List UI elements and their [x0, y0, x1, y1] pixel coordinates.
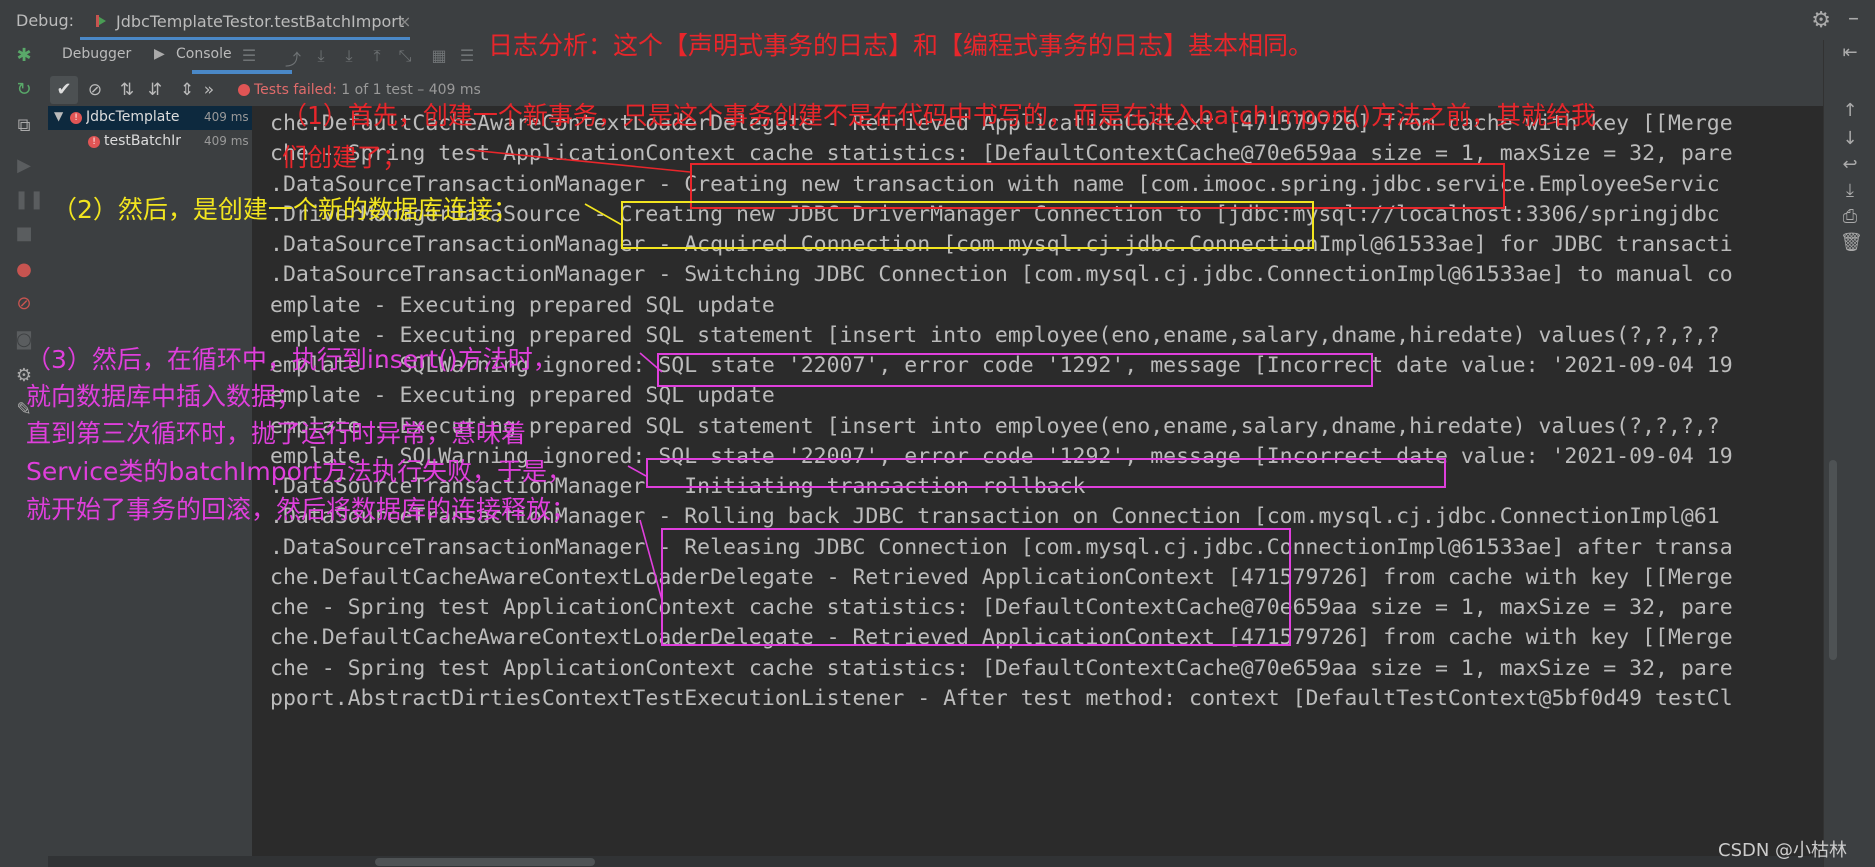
watermark: CSDN @小枯林	[1718, 840, 1848, 861]
annotation-step3-line1: （3）然后，在循环中，执行到insert()方法时，	[26, 345, 558, 374]
arrow-magenta-1	[639, 352, 663, 373]
annotation-step3-line3: 直到第三次循环时，抛了运行时异常，意味着	[26, 419, 527, 448]
annotation-step2: （2）然后，是创建一个新的数据库连接；	[52, 195, 518, 224]
annotation-step3-line4: Service类的batchImport方法执行失败，于是，	[26, 457, 572, 486]
arrow-magenta-3	[639, 519, 663, 601]
arrow-yellow	[584, 203, 623, 226]
arrow-magenta-2	[627, 465, 647, 477]
arrow-red	[469, 149, 691, 173]
annotation-step1-line2: 们创建了；	[282, 143, 408, 172]
annotation-step3-line5: 就开始了事务的回滚，然后将数据库的连接释放；	[26, 495, 577, 524]
annotation-title: 日志分析：这个【声明式事务的日志】和【编程式事务的日志】基本相同。	[488, 31, 1314, 60]
annotation-step1-line1: （1）首先，创建一个新事务，只是这个事务创建不是在代码中书写的，而是在进入bat…	[282, 101, 1596, 130]
annotation-step3-line2: 就向数据库中插入数据；	[26, 382, 302, 411]
